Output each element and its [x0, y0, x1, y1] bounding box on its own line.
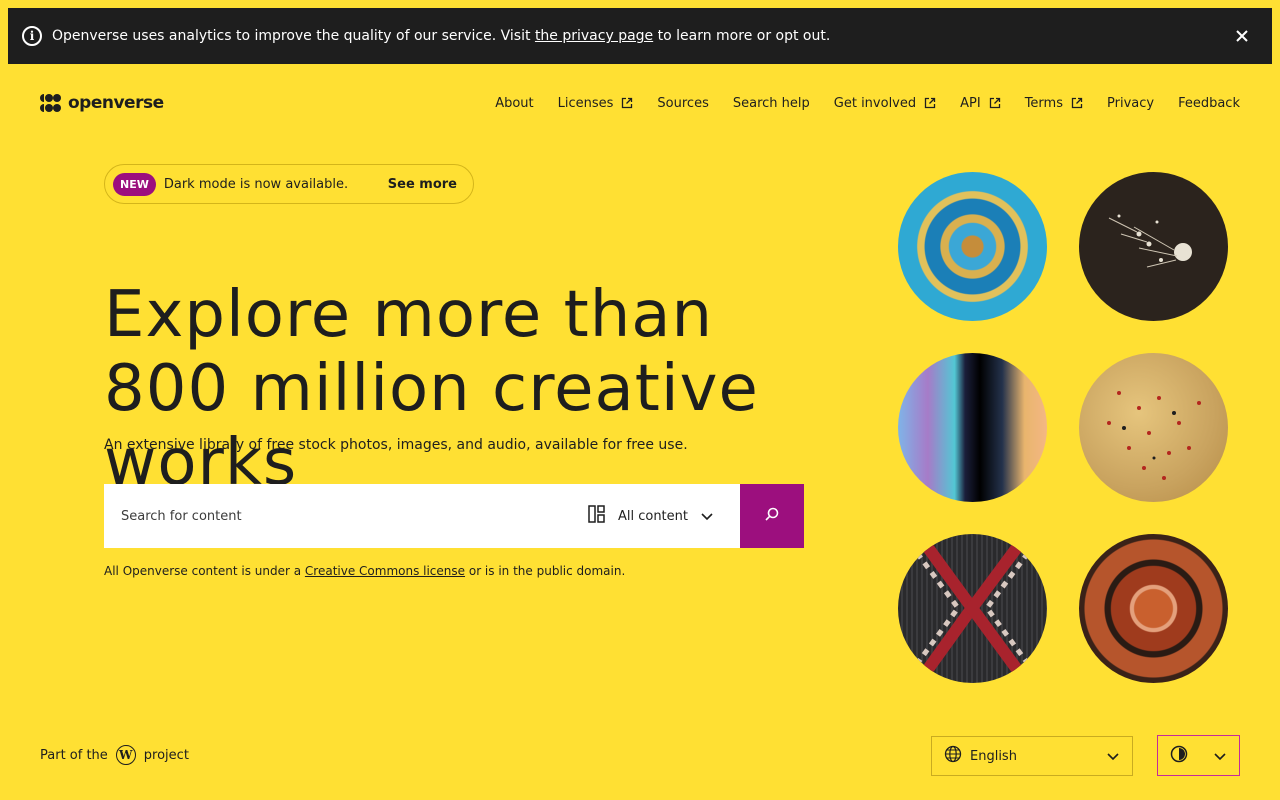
content-type-select[interactable]: All content [576, 484, 740, 548]
openverse-logo[interactable]: openverse [40, 93, 164, 113]
globe-icon [944, 745, 962, 767]
nav-label: About [495, 95, 534, 111]
banner-text-before: Openverse uses analytics to improve the … [52, 28, 535, 44]
chevron-down-icon [1213, 749, 1227, 763]
nav-label: Terms [1024, 95, 1063, 111]
chevron-down-icon [1106, 749, 1120, 763]
nav-privacy[interactable]: Privacy [1107, 96, 1154, 111]
nav-get-involved[interactable]: Get involved [834, 96, 936, 111]
contrast-icon [1170, 745, 1188, 767]
nav-label: API [960, 95, 981, 111]
announcement-text: Dark mode is now available. [163, 176, 349, 192]
featured-image-plate[interactable] [1079, 534, 1228, 683]
search-icon [764, 506, 780, 526]
content-type-label: All content [617, 508, 688, 524]
nav-licenses[interactable]: Licenses [558, 96, 634, 111]
site-header: openverse About Licenses Sources Search … [40, 88, 1240, 118]
openverse-logo-icon [40, 94, 61, 112]
wordpress-icon[interactable]: W [115, 745, 136, 765]
new-badge: NEW [113, 172, 156, 196]
content-grid-icon [588, 505, 606, 527]
nav-label: Search help [732, 95, 810, 111]
banner-text-after: to learn more or opt out. [653, 28, 831, 44]
language-select[interactable]: English [931, 736, 1133, 776]
close-icon[interactable] [1232, 26, 1252, 46]
theme-select[interactable] [1157, 735, 1240, 776]
external-link-icon [621, 97, 633, 109]
language-label: English [970, 748, 1017, 764]
nav-label: Licenses [557, 95, 614, 111]
main-nav: About Licenses Sources Search help Get i… [495, 96, 1240, 111]
nav-label: Get involved [833, 95, 917, 111]
search-button[interactable] [740, 484, 804, 548]
license-note: All Openverse content is under a Creativ… [104, 564, 625, 578]
external-link-icon [989, 97, 1001, 109]
nav-search-help[interactable]: Search help [733, 96, 810, 111]
license-note-after: or is in the public domain. [465, 564, 626, 578]
search-form: All content [104, 484, 804, 548]
wordpress-attribution: Part of the W project [40, 744, 189, 766]
featured-image-tile[interactable] [898, 172, 1047, 321]
external-link-icon [924, 97, 936, 109]
part-of-text: Part of the [40, 747, 108, 763]
privacy-page-link[interactable]: the privacy page [535, 28, 653, 44]
info-icon: i [22, 26, 42, 46]
search-input[interactable] [104, 484, 576, 548]
license-note-before: All Openverse content is under a [104, 564, 305, 578]
nav-sources[interactable]: Sources [657, 96, 708, 111]
chevron-down-icon [700, 509, 714, 523]
featured-image-star-map[interactable] [1079, 353, 1228, 502]
nav-label: Privacy [1107, 95, 1155, 111]
nav-label: Sources [657, 95, 709, 111]
logo-text: openverse [68, 93, 164, 113]
analytics-banner: i Openverse uses analytics to improve th… [8, 8, 1272, 64]
external-link-icon [1071, 97, 1083, 109]
featured-image-comet[interactable] [1079, 172, 1228, 321]
dark-mode-announcement: NEW Dark mode is now available. See more [104, 164, 474, 204]
see-more-link[interactable]: See more [388, 177, 457, 192]
nav-feedback[interactable]: Feedback [1178, 96, 1240, 111]
hero-subtitle: An extensive library of free stock photo… [104, 437, 688, 453]
nav-label: Feedback [1178, 95, 1240, 111]
featured-image-textile[interactable] [898, 534, 1047, 683]
nav-about[interactable]: About [495, 96, 533, 111]
nav-api[interactable]: API [960, 96, 1001, 111]
hero-title: Explore more than 800 million creative w… [104, 278, 759, 500]
banner-text: Openverse uses analytics to improve the … [52, 28, 830, 44]
creative-commons-link[interactable]: Creative Commons license [305, 564, 465, 578]
nav-terms[interactable]: Terms [1025, 96, 1083, 111]
featured-image-planet[interactable] [898, 353, 1047, 502]
project-text: project [143, 747, 189, 763]
